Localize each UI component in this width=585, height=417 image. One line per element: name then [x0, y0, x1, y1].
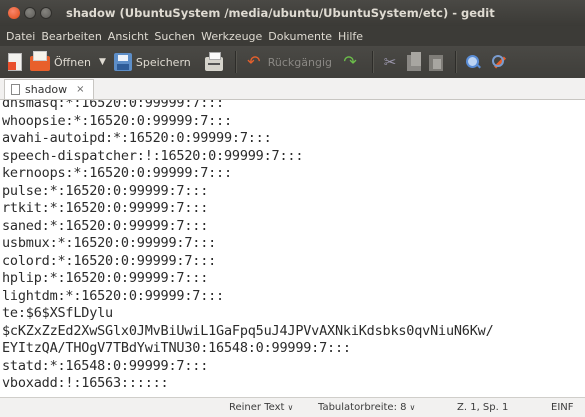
text-line: statd:*:16548:0:99999:7::: [2, 357, 209, 374]
replace-button[interactable] [490, 50, 508, 74]
toolbar-separator [455, 51, 457, 73]
status-bar: Reiner Text ∨ Tabulatorbreite: 8 ∨ Z. 1, S… [0, 397, 585, 417]
text-editor[interactable]: dnsmasq:*:16520:0:99999:7::: whoopsie:*:… [0, 100, 585, 397]
text-line: whoopsie:*:16520:0:99999:7::: [2, 112, 232, 129]
open-label: Öffnen [54, 55, 91, 69]
paste-icon [429, 54, 444, 71]
text-line: speech-dispatcher:!:16520:0:99999:7::: [2, 147, 304, 164]
window-title: shadow (UbuntuSystem /media/ubuntu/Ubunt… [66, 6, 495, 20]
text-line: te:$6$XSfLDylu [2, 305, 113, 321]
chevron-down-icon[interactable]: ▼ [99, 57, 106, 67]
window-controls [8, 7, 52, 19]
text-line: kernoops:*:16520:0:99999:7::: [2, 165, 232, 181]
text-line: colord:*:16520:0:99999:7::: [2, 252, 217, 269]
menu-bearbeiten[interactable]: Bearbeiten [41, 30, 101, 43]
menu-bar: Datei Bearbeiten Ansicht Suchen Werkzeug… [0, 26, 585, 46]
redo-icon: ↷ [343, 52, 357, 71]
copy-icon [407, 51, 422, 71]
cut-icon: ✂ [383, 53, 397, 71]
open-folder-icon [30, 51, 50, 71]
replace-icon [490, 53, 508, 71]
tab-label: shadow [25, 83, 68, 96]
undo-button[interactable]: ↶ Rückgängig [244, 50, 332, 74]
redo-button[interactable]: ↷ [340, 50, 360, 74]
toolbar-separator [234, 51, 236, 73]
tab-shadow[interactable]: shadow × [4, 79, 94, 99]
text-line: pulse:*:16520:0:99999:7::: [2, 182, 209, 199]
minimize-window-icon[interactable] [24, 7, 36, 19]
menu-ansicht[interactable]: Ansicht [108, 30, 149, 43]
cursor-position: Z. 1, Sp. 1 [457, 402, 509, 413]
tab-width-selector[interactable]: Tabulatorbreite: 8 ∨ [318, 402, 415, 413]
close-tab-icon[interactable]: × [76, 84, 84, 95]
language-label: Reiner Text [229, 402, 285, 413]
search-button[interactable] [464, 50, 482, 74]
undo-icon: ↶ [247, 52, 261, 71]
title-bar: shadow (UbuntuSystem /media/ubuntu/Ubunt… [0, 0, 585, 26]
toolbar: Öffnen ▼ Speichern ↶ Rückgängig ↷ ✂ [0, 46, 585, 78]
paste-button[interactable] [429, 50, 444, 74]
chevron-down-icon: ∨ [409, 403, 416, 412]
menu-datei[interactable]: Datei [6, 30, 35, 43]
open-button[interactable]: Öffnen ▼ [30, 50, 106, 74]
maximize-window-icon[interactable] [40, 7, 52, 19]
toolbar-separator [372, 51, 374, 73]
save-button[interactable]: Speichern [113, 50, 191, 74]
text-line: EYItzQA/THOgV7TBdYwiTNU30:16548:0:99999:… [2, 340, 351, 356]
text-line: usbmux:*:16520:0:99999:7::: [2, 235, 217, 251]
menu-suchen[interactable]: Suchen [154, 30, 195, 43]
insert-mode: EINF [551, 402, 574, 413]
menu-hilfe[interactable]: Hilfe [338, 30, 363, 43]
chevron-down-icon: ∨ [287, 403, 294, 412]
copy-button[interactable] [407, 50, 422, 74]
search-icon [464, 53, 482, 71]
text-line: vboxadd:!:16563:::::: [2, 375, 169, 391]
menu-dokumente[interactable]: Dokumente [268, 30, 332, 43]
text-line: avahi-autoipd:*:16520:0:99999:7::: [2, 130, 272, 146]
new-button[interactable] [8, 50, 22, 74]
print-icon [204, 51, 223, 71]
undo-label: Rückgängig [267, 55, 333, 69]
print-button[interactable] [204, 50, 223, 74]
cut-button[interactable]: ✂ [381, 50, 399, 74]
language-selector[interactable]: Reiner Text ∨ [229, 402, 293, 413]
text-line: rtkit:*:16520:0:99999:7::: [2, 200, 209, 216]
text-line: hplip:*:16520:0:99999:7::: [2, 270, 209, 286]
text-line: saned:*:16520:0:99999:7::: [2, 217, 209, 234]
text-line: dnsmasq:*:16520:0:99999:7::: [2, 100, 224, 111]
text-line: $cKZxZzEd2XwSGlx0JMvBiUwiL1GaFpq5uJ4JPVv… [2, 322, 494, 339]
save-label: Speichern [135, 55, 191, 69]
new-document-icon [8, 53, 22, 71]
close-window-icon[interactable] [8, 7, 20, 19]
text-document-icon [11, 84, 20, 95]
save-icon [113, 53, 132, 71]
tab-width-label: Tabulatorbreite: 8 [318, 402, 407, 413]
menu-werkzeuge[interactable]: Werkzeuge [201, 30, 262, 43]
editor-lines: dnsmasq:*:16520:0:99999:7::: whoopsie:*:… [2, 100, 585, 393]
text-line: lightdm:*:16520:0:99999:7::: [2, 287, 224, 304]
document-tab-bar: shadow × [0, 78, 585, 100]
